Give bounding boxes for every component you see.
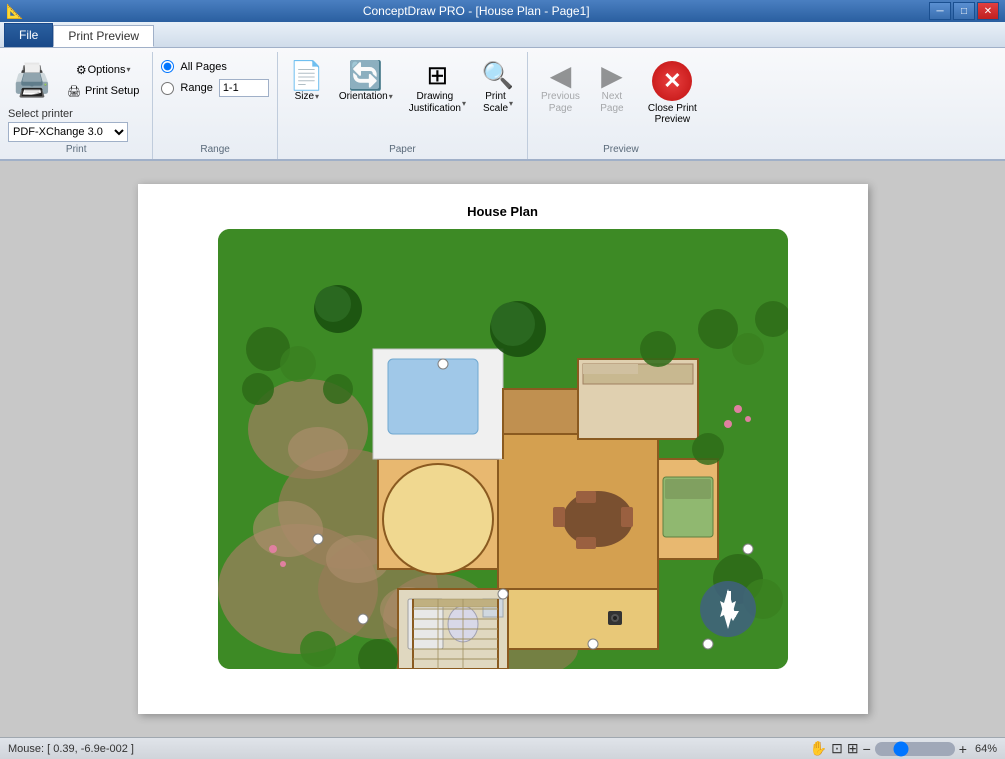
- ribbon-group-print: 🖨️ ⚙ Options ▾ 🖨 Print Setup: [0, 52, 153, 159]
- hand-tool-icon[interactable]: ✋: [810, 740, 827, 757]
- zoom-slider[interactable]: [875, 742, 955, 756]
- status-bar: Mouse: [ 0.39, -6.9e-002 ] ✋ ⊡ ⊞ − + 64%: [0, 737, 1005, 759]
- next-page-icon: ▶: [596, 59, 628, 91]
- print-group-label: Print: [8, 144, 144, 155]
- tab-file[interactable]: File: [4, 23, 53, 47]
- previous-page-icon: ◀: [544, 59, 576, 91]
- zoom-out-icon[interactable]: −: [863, 741, 871, 757]
- maximize-button[interactable]: □: [953, 2, 975, 20]
- drawing-justification-button[interactable]: ⊞ DrawingJustification ▾: [404, 56, 471, 118]
- drawing-justification-label: DrawingJustification: [409, 91, 461, 115]
- page-preview: House Plan: [138, 184, 868, 714]
- paper-group-content: 📄 Size ▾ 🔄 Orientation ▾ ⊞ DrawingJustif…: [286, 56, 519, 142]
- print-scale-label: PrintScale: [483, 91, 508, 115]
- print-setup-button[interactable]: 🖨 Print Setup: [62, 82, 144, 101]
- title-bar: 📐 ConceptDraw PRO - [House Plan - Page1]…: [0, 0, 1005, 22]
- ribbon-group-paper: 📄 Size ▾ 🔄 Orientation ▾ ⊞ DrawingJustif…: [278, 52, 528, 159]
- size-button[interactable]: 📄 Size ▾: [286, 56, 328, 105]
- previous-page-button[interactable]: ◀ PreviousPage: [536, 56, 585, 118]
- range-row: Range: [161, 79, 268, 97]
- options-icon: ⚙: [76, 63, 87, 77]
- status-right: ✋ ⊡ ⊞ − + 64%: [810, 740, 997, 757]
- north-arrow: [700, 581, 756, 637]
- range-section: All Pages Range: [161, 56, 268, 97]
- options-wrap: ⚙ Options ▾: [62, 60, 144, 80]
- size-dropdown-arrow: ▾: [315, 92, 319, 101]
- ribbon: 🖨️ ⚙ Options ▾ 🖨 Print Setup: [0, 48, 1005, 161]
- print-scale-icon: 🔍: [482, 59, 514, 91]
- print-large-icon[interactable]: 🖨️: [8, 56, 56, 104]
- close-print-preview-button[interactable]: ✕ Close PrintPreview: [639, 56, 706, 130]
- print-section: 🖨️ ⚙ Options ▾ 🖨 Print Setup: [8, 56, 144, 142]
- size-label-row: Size ▾: [295, 91, 319, 102]
- zoom-percent: 64%: [975, 743, 997, 755]
- orientation-icon: 🔄: [350, 59, 382, 91]
- ribbon-group-range: All Pages Range Range: [153, 52, 277, 159]
- previous-page-label: PreviousPage: [541, 91, 580, 115]
- main-area: House Plan: [0, 161, 1005, 737]
- print-setup-label: Print Setup: [85, 85, 139, 97]
- print-icon-area: 🖨️ ⚙ Options ▾ 🖨 Print Setup: [8, 56, 144, 104]
- preview-group-label: Preview: [536, 144, 706, 155]
- title-bar-text: ConceptDraw PRO - [House Plan - Page1]: [23, 4, 929, 18]
- print-group-content: 🖨️ ⚙ Options ▾ 🖨 Print Setup: [8, 56, 144, 142]
- ribbon-tabs: File Print Preview: [0, 22, 1005, 48]
- close-print-preview-icon: ✕: [652, 61, 692, 101]
- drawing-justification-icon: ⊞: [421, 59, 453, 91]
- range-label: Range: [180, 82, 212, 94]
- options-label: Options: [88, 64, 126, 76]
- printer-selector-row: PDF-XChange 3.0: [8, 122, 128, 142]
- close-button[interactable]: ✕: [977, 2, 999, 20]
- preview-group-content: ◀ PreviousPage ▶ NextPage ✕ Close PrintP…: [536, 56, 706, 142]
- options-dropdown-arrow: ▾: [127, 65, 131, 74]
- orientation-dropdown-arrow: ▾: [389, 92, 393, 101]
- paper-group-label: Paper: [286, 144, 519, 155]
- printer-dropdown[interactable]: PDF-XChange 3.0: [8, 122, 128, 142]
- print-scale-label-row: PrintScale ▾: [483, 91, 513, 115]
- diagram-area: [218, 229, 788, 669]
- status-left: Mouse: [ 0.39, -6.9e-002 ]: [8, 743, 134, 755]
- drawing-justification-dropdown-arrow: ▾: [462, 99, 466, 108]
- close-print-preview-label: Close PrintPreview: [648, 103, 697, 125]
- range-input[interactable]: [219, 79, 269, 97]
- ribbon-group-preview: ◀ PreviousPage ▶ NextPage ✕ Close PrintP…: [528, 52, 714, 159]
- print-scale-dropdown-arrow: ▾: [509, 99, 513, 108]
- print-small-btns: ⚙ Options ▾ 🖨 Print Setup: [62, 60, 144, 101]
- tab-print-preview[interactable]: Print Preview: [53, 25, 154, 47]
- print-scale-button[interactable]: 🔍 PrintScale ▾: [477, 56, 519, 118]
- orientation-label-row: Orientation ▾: [339, 91, 393, 102]
- print-setup-icon: 🖨: [67, 85, 81, 98]
- page-title: House Plan: [467, 204, 538, 219]
- grid-icon[interactable]: ⊞: [847, 740, 859, 757]
- size-label: Size: [295, 91, 314, 102]
- zoom-in-icon[interactable]: +: [959, 741, 967, 757]
- options-button[interactable]: ⚙ Options ▾: [73, 60, 134, 80]
- range-radio[interactable]: [161, 82, 174, 95]
- next-page-button[interactable]: ▶ NextPage: [591, 56, 633, 118]
- all-pages-row: All Pages: [161, 60, 268, 73]
- range-group-label: Range: [161, 144, 268, 155]
- fit-page-icon[interactable]: ⊡: [831, 740, 843, 757]
- printer-section: Select printer PDF-XChange 3.0: [8, 108, 128, 142]
- house-plan-svg: [218, 229, 788, 669]
- orientation-button[interactable]: 🔄 Orientation ▾: [334, 56, 398, 105]
- size-icon: 📄: [291, 59, 323, 91]
- orientation-label: Orientation: [339, 91, 388, 102]
- select-printer-label: Select printer: [8, 108, 128, 120]
- drawing-justification-label-row: DrawingJustification ▾: [409, 91, 466, 115]
- minimize-button[interactable]: ─: [929, 2, 951, 20]
- all-pages-label: All Pages: [180, 61, 226, 73]
- range-group-content: All Pages Range: [161, 56, 268, 142]
- next-page-label: NextPage: [600, 91, 623, 115]
- mouse-position: Mouse: [ 0.39, -6.9e-002 ]: [8, 743, 134, 755]
- title-bar-controls: ─ □ ✕: [929, 2, 999, 20]
- all-pages-radio[interactable]: [161, 60, 174, 73]
